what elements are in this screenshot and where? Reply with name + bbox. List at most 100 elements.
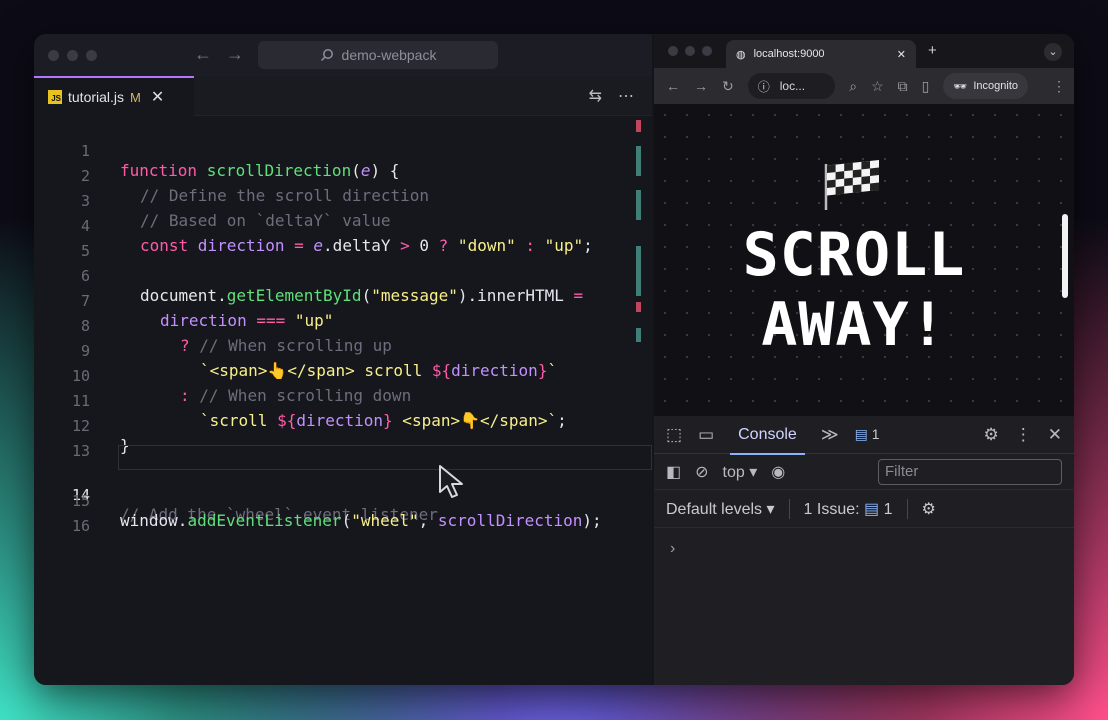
close-dot[interactable] [668, 46, 678, 56]
tab-filename: tutorial.js [68, 89, 125, 105]
console-toolbar: ◧ ⊘ top ▾ ◉ Filter [654, 454, 1074, 490]
window-controls [48, 50, 97, 61]
modified-indicator: M [130, 89, 141, 105]
more-actions-icon[interactable]: ⋯ [618, 86, 634, 106]
gutter-change-marker [636, 146, 641, 176]
divider [906, 498, 908, 519]
tab-console[interactable]: Console [730, 416, 805, 455]
back-arrow-icon[interactable]: ← [194, 44, 212, 65]
back-arrow-icon[interactable]: ← [666, 78, 680, 94]
current-line-highlight [118, 445, 652, 470]
line-number: 16 [71, 517, 90, 535]
code-line: 4 const direction = e.deltaY > 0 ? "down… [34, 195, 652, 255]
code-line: 6 document.getElementById("message").inn… [34, 245, 652, 305]
source-control-compare-icon[interactable]: ⇆ [589, 86, 602, 106]
close-tab-icon[interactable]: ✕ [897, 48, 906, 61]
browser-menu-icon[interactable]: ⋮ [1052, 78, 1066, 95]
minimize-dot[interactable] [67, 50, 78, 61]
browser-tab[interactable]: ◍ localhost:9000 ✕ [726, 40, 916, 68]
message-heading: SCROLL AWAY! [654, 220, 1054, 360]
close-devtools-icon[interactable]: ✕ [1048, 425, 1062, 445]
code-line: 8 ? // When scrolling up [34, 295, 652, 355]
javascript-file-icon: JS [48, 90, 62, 104]
code-line: 5 [34, 220, 652, 260]
gutter-change-marker [636, 302, 641, 312]
incognito-label: Incognito [973, 80, 1018, 92]
extensions-icon[interactable]: ⧉ [898, 78, 908, 95]
info-icon: ⓘ [757, 79, 770, 94]
code-line: 15 window.addEventListener("wheel", scro… [34, 470, 652, 530]
new-tab-icon[interactable]: + [928, 42, 937, 59]
code-line: 7 direction === "up" [34, 270, 652, 330]
heading-line-1: SCROLL [742, 220, 966, 290]
tab-search-icon[interactable]: ⌄ [1044, 43, 1062, 61]
gutter-change-marker [636, 190, 641, 220]
incognito-badge[interactable]: 🕶 Incognito [943, 73, 1028, 99]
zoom-icon[interactable]: ⌕ [849, 78, 857, 95]
forward-arrow-icon[interactable]: → [694, 78, 708, 94]
code-line: 12 } [34, 395, 652, 455]
settings-gear-icon[interactable]: ⚙ [984, 425, 999, 445]
editor-actions: ⇆ ⋯ [589, 86, 634, 106]
close-tab-icon[interactable]: ✕ [151, 87, 164, 107]
code-line: 2 // Define the scroll direction [34, 145, 652, 205]
log-levels-dropdown[interactable]: Default levels ▾ [666, 499, 775, 519]
code-editor: ← → demo-webpack JS tutorial.js M ✕ ⇆ ⋯ [34, 34, 652, 685]
address-text: loc... [779, 79, 806, 93]
globe-icon: ◍ [736, 48, 746, 61]
sidebar-toggle-icon[interactable]: ◧ [666, 462, 681, 482]
inspect-element-icon[interactable]: ⬚ [666, 425, 682, 445]
editor-titlebar: ← → demo-webpack [34, 34, 652, 76]
live-expression-eye-icon[interactable]: ◉ [771, 462, 785, 482]
issues-link[interactable]: 1 Issue: ▤ 1 [804, 499, 893, 519]
window-frame: ← → demo-webpack JS tutorial.js M ✕ ⇆ ⋯ [34, 34, 1074, 685]
divider [788, 498, 790, 519]
page-scrollbar-thumb[interactable] [1062, 214, 1068, 298]
devtools-menu-icon[interactable]: ⋮ [1015, 425, 1032, 445]
zoom-dot[interactable] [86, 50, 97, 61]
gutter-change-marker [636, 328, 641, 342]
code-line: 16 [34, 495, 652, 535]
tab-tutorial-js[interactable]: JS tutorial.js M ✕ [34, 76, 194, 116]
mouse-pointer-icon [439, 465, 463, 498]
reload-icon[interactable]: ↻ [722, 78, 734, 95]
code-area[interactable]: 1 function scrollDirection(e) { 2 // Def… [34, 116, 652, 685]
bookmark-star-icon[interactable]: ☆ [871, 78, 884, 95]
code-line: 3 // Based on `deltaY` value [34, 170, 652, 230]
code-line: 13 [34, 420, 652, 460]
editor-tabbar: JS tutorial.js M ✕ ⇆ ⋯ [34, 76, 652, 116]
side-panel-icon[interactable]: ▯ [922, 78, 930, 95]
browser-window: ◍ localhost:9000 ✕ + ⌄ ← → ↻ ⓘ loc... ⌕ … [654, 34, 1074, 685]
console-settings-gear-icon[interactable]: ⚙ [922, 499, 936, 519]
code-line-active: 14 // Add the `wheel` event listener [34, 445, 652, 524]
code-line: 9 `<span>👆</span> scroll ${direction}` [34, 320, 652, 380]
incognito-icon: 🕶 [953, 80, 968, 93]
command-center-search[interactable]: demo-webpack [258, 41, 498, 69]
browser-window-controls [668, 46, 712, 56]
more-tabs-icon[interactable]: ≫ [821, 425, 839, 445]
devtools-tabbar: ⬚ ▭ Console ≫ ▤ 1 ⚙ ⋮ ✕ [654, 416, 1074, 455]
clear-console-icon[interactable]: ⊘ [695, 462, 708, 482]
page-viewport[interactable]: SCROLL AWAY! [654, 104, 1074, 416]
close-dot[interactable] [48, 50, 59, 61]
checkered-flag-icon [824, 160, 879, 210]
gutter-change-marker [636, 246, 641, 296]
code-line: 10 : // When scrolling down [34, 345, 652, 405]
heading-line-2: AWAY! [761, 290, 947, 360]
console-filter-input[interactable]: Filter [878, 458, 1062, 485]
code-line: 11 `scroll ${direction} <span>👇</span>`; [34, 370, 652, 430]
search-icon [320, 49, 333, 62]
console-levels-bar: Default levels ▾ 1 Issue: ▤ 1 ⚙ [654, 490, 1074, 528]
search-text: demo-webpack [341, 47, 437, 63]
browser-tabstrip: ◍ localhost:9000 ✕ + ⌄ [654, 34, 1074, 68]
minimize-dot[interactable] [685, 46, 695, 56]
console-prompt[interactable]: › [670, 540, 675, 558]
forward-arrow-icon[interactable]: → [226, 44, 244, 65]
address-bar[interactable]: ⓘ loc... [747, 73, 836, 99]
code-line: 1 function scrollDirection(e) { [34, 120, 652, 180]
devtools-panel: ⬚ ▭ Console ≫ ▤ 1 ⚙ ⋮ ✕ ◧ ⊘ top ▾ ◉ Filt… [654, 416, 1074, 685]
zoom-dot[interactable] [702, 46, 712, 56]
device-toolbar-icon[interactable]: ▭ [698, 425, 714, 445]
issues-counter[interactable]: ▤ 1 [855, 426, 880, 443]
context-selector[interactable]: top ▾ [723, 462, 758, 482]
